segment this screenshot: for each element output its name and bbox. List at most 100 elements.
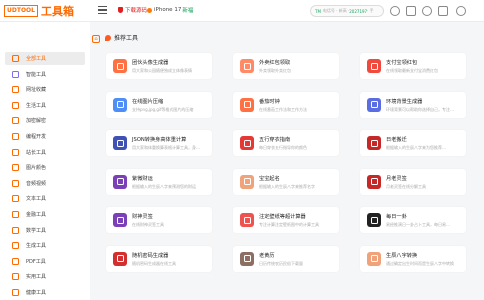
sidebar-item-label: 站长工具	[26, 149, 47, 156]
category-icon	[12, 273, 19, 281]
tool-card-title: 支付宝领红包	[386, 60, 418, 66]
logo-text: 工具箱	[40, 5, 74, 18]
sidebar-item-label: 数学工具	[26, 227, 47, 234]
sidebar-item[interactable]: 金融工具	[5, 208, 85, 221]
tool-card-title: 番茄时钟	[259, 98, 280, 105]
sidebar-item-label: 生成工具	[26, 243, 47, 250]
breadcrumb-home-icon[interactable]: ⌂	[92, 35, 100, 43]
tool-card-desc: 月老灵签在线分解工具	[386, 183, 426, 189]
message-icon[interactable]	[438, 6, 448, 16]
hamburger-menu-icon[interactable]	[98, 6, 107, 15]
category-icon	[12, 86, 19, 94]
logo-badge: UDTOOL	[4, 5, 38, 17]
promo-download-label: 下载源码	[125, 8, 148, 14]
tool-icon	[240, 174, 254, 189]
tool-icon	[113, 136, 127, 150]
tool-card-desc: 通过确定出生时间而是生辰八字中转换	[386, 260, 454, 266]
sidebar-item[interactable]: 加密解密	[5, 114, 85, 127]
sidebar-item[interactable]: 健康工具	[5, 286, 85, 299]
category-icon	[12, 289, 19, 296]
tool-card[interactable]: 五行穿衣指南 每日穿衣五行指导你的颜色	[233, 130, 339, 156]
tool-card-title: JSON转换身高体重计算	[132, 137, 187, 143]
sidebar-item-label: 图片颜色	[26, 165, 47, 172]
tool-card[interactable]: 团伙头像生成器 用大家和公园随便独成立体像表情	[106, 53, 212, 79]
sidebar-item-label: 实用工具	[26, 274, 47, 281]
promo-iphone-link[interactable]: iPhone 17 新福	[147, 6, 193, 14]
category-icon	[12, 164, 19, 172]
fire-icon	[105, 34, 111, 41]
category-icon	[12, 179, 19, 187]
category-icon	[12, 101, 19, 109]
sidebar-item-label: 生活工具	[26, 102, 47, 109]
sidebar-item[interactable]: 全部工具	[5, 52, 85, 65]
tool-card[interactable]: 随机密码生成器 随机密码生成器在线工具	[106, 245, 212, 272]
sidebar-item[interactable]: 生活工具	[5, 99, 85, 112]
tool-card-title: 注定壁纸等超计算器	[259, 214, 306, 220]
sidebar-item[interactable]: 编程开发	[5, 130, 85, 143]
tool-card[interactable]: 外卖红包领取 外卖领取外卖红包	[233, 53, 339, 79]
tool-card-title: 月老灵签	[386, 175, 407, 182]
tool-card-desc: 外卖领取外卖红包	[259, 68, 291, 73]
sidebar-item[interactable]: 数学工具	[5, 224, 85, 237]
sidebar-item[interactable]: 音频视频	[5, 177, 85, 190]
sidebar-item[interactable]: 网址收藏	[5, 83, 85, 96]
tool-card-desc: 在线财神灵签工具	[132, 222, 164, 227]
tool-card[interactable]: 财神灵签 在线财神灵签工具	[106, 207, 212, 233]
search-input[interactable]: TM 电话号 · 新高 · 2027197 · 手	[310, 5, 384, 17]
tool-card[interactable]: 老黄历 日历传统农历民俗下载量	[233, 245, 339, 272]
tool-card[interactable]: 每日一卦易经推演日一卦占卜工具，每日易…	[360, 207, 466, 233]
sidebar-item[interactable]: 智能工具	[5, 68, 85, 81]
sidebar-item-label: PDF工具	[26, 258, 46, 265]
tool-card-desc: 根据输入的生辰八字来为您推荐…	[386, 145, 446, 150]
category-icon	[12, 242, 19, 250]
tool-card[interactable]: 在线图片压缩 支持png,jpg,gif等格式图片的压缩	[106, 91, 212, 118]
search-icon[interactable]	[390, 6, 400, 16]
tool-card[interactable]: 注定壁纸等超计算器 专注计算注定壁纸图中的计算工具	[233, 207, 339, 233]
section-title-label: 推荐工具	[114, 35, 139, 42]
tool-card[interactable]: 番茄时钟 在线番茄工作法和工作方法	[233, 91, 339, 118]
tool-card[interactable]: 日老搬迁根据输入的生辰八字来为您推荐…	[360, 130, 466, 156]
sidebar-item[interactable]: 图片颜色	[5, 161, 85, 174]
tool-card-title: 每日一卦	[386, 214, 407, 220]
tool-card-desc: 根据输入的生辰八字来预测您的财运	[132, 183, 196, 189]
theme-icon[interactable]	[422, 6, 432, 16]
search-tag: TM	[315, 8, 321, 14]
sidebar-item[interactable]: PDF工具	[5, 255, 85, 268]
tool-card-title: 宝宝起名	[259, 175, 280, 182]
tool-card-title: 环境背景生成器	[386, 98, 423, 105]
category-icon	[12, 117, 19, 125]
category-icon	[12, 55, 19, 62]
tool-icon	[240, 136, 254, 150]
tool-card[interactable]: 环境背景生成器 环境背景可以帮助你选择自己，专注…	[360, 91, 466, 118]
tool-card[interactable]: 宝宝起名 根据输入的生辰八字来推荐名字	[233, 168, 339, 195]
search-highlight: 2027197	[349, 8, 368, 14]
sidebar-item-label: 网址收藏	[26, 87, 47, 94]
site-logo[interactable]: UDTOOL 工具箱	[4, 4, 74, 18]
sidebar-item[interactable]: 文本工具	[5, 192, 85, 205]
tool-card[interactable]: JSON转换身高体重计算 用大家和体重换算表格计算工具，身…	[106, 130, 212, 156]
tool-card-title: 在线图片压缩	[132, 98, 164, 105]
tool-card[interactable]: 月老灵签 月老灵签在线分解工具	[360, 168, 466, 195]
window-icon[interactable]	[406, 6, 416, 16]
promo-download-link[interactable]: 下载源码	[118, 6, 147, 14]
tool-card-title: 日老搬迁	[386, 137, 407, 143]
tool-card-desc: 环境背景可以帮助你选择自己，专注…	[386, 106, 454, 112]
tool-icon	[240, 251, 254, 266]
tool-card-desc: 每日穿衣五行指导你的颜色	[259, 145, 307, 150]
tool-card-desc: 在线领取最新支付宝消费红包	[386, 68, 438, 73]
tool-card[interactable]: 紫微财运 根据输入的生辰八字来预测您的财运	[106, 168, 212, 195]
tool-card[interactable]: 支付宝领红包在线领取最新支付宝消费红包	[360, 53, 466, 79]
sidebar-item-label: 健康工具	[26, 290, 47, 296]
user-icon[interactable]	[456, 6, 466, 16]
tool-icon	[113, 174, 127, 189]
shield-icon	[118, 7, 123, 13]
sidebar-item[interactable]: 生成工具	[5, 239, 85, 252]
tool-card-desc: 日历传统农历民俗下载量	[259, 260, 303, 266]
sidebar-item-label: 全部工具	[26, 56, 47, 62]
sidebar-item[interactable]: 实用工具	[5, 270, 85, 283]
sidebar-item[interactable]: 站长工具	[5, 146, 85, 159]
tool-card-desc: 易经推演日一卦占卜工具，每日易…	[386, 222, 450, 227]
tool-icon	[367, 213, 381, 227]
tool-card[interactable]: 生辰八字转换 通过确定出生时间而是生辰八字中转换	[360, 245, 466, 272]
search-text: 电话号 · 新高 ·	[322, 8, 350, 13]
